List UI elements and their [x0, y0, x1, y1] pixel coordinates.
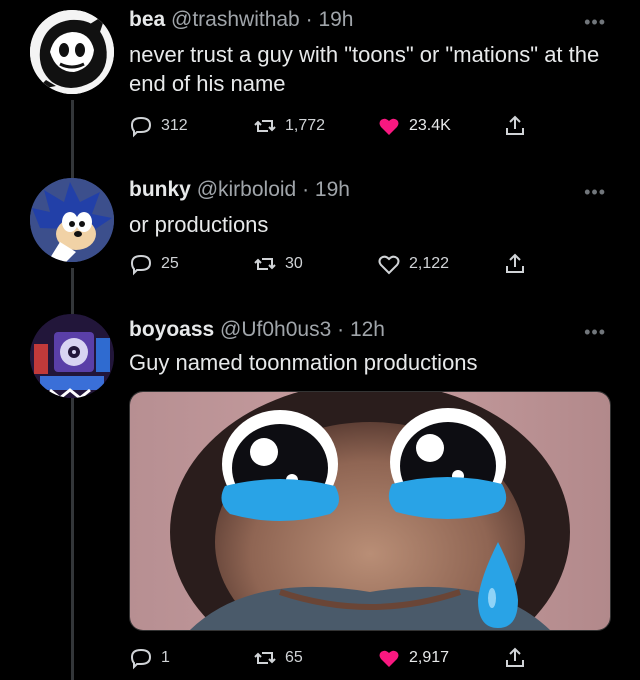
- tweet-header: bea @trashwithab · 19h: [129, 8, 353, 32]
- reply-count: 1: [161, 649, 170, 666]
- tweet-text: or productions: [129, 212, 269, 237]
- more-icon[interactable]: •••: [584, 12, 606, 33]
- reply-button[interactable]: 312: [129, 112, 188, 140]
- handle[interactable]: @Uf0h0us3: [220, 318, 331, 341]
- tweet-media-image[interactable]: [129, 391, 611, 631]
- retweet-icon: [254, 258, 276, 270]
- share-icon: [506, 647, 524, 667]
- reply-icon: [130, 116, 152, 138]
- display-name[interactable]: bea: [129, 8, 165, 31]
- like-button[interactable]: 2,917: [377, 644, 449, 672]
- retweet-button[interactable]: 1,772: [253, 112, 325, 140]
- tweet-text: never trust a guy with "toons" or "matio…: [129, 42, 600, 96]
- display-name[interactable]: bunky: [129, 178, 191, 201]
- share-icon: [506, 253, 524, 273]
- share-button[interactable]: [503, 250, 535, 278]
- heart-icon: [379, 118, 399, 135]
- retweet-icon: [254, 652, 276, 664]
- retweet-count: 65: [285, 649, 303, 666]
- reply-icon: [130, 254, 152, 276]
- like-count: 23.4K: [409, 117, 451, 134]
- like-button[interactable]: 2,122: [377, 250, 449, 278]
- action-bar: 1 65 2,917: [129, 644, 529, 672]
- retweet-count: 1,772: [285, 117, 326, 134]
- reply-button[interactable]: 25: [129, 250, 179, 278]
- heart-icon: [378, 255, 400, 275]
- crying-face-photo: [130, 392, 610, 630]
- timestamp[interactable]: 19h: [318, 8, 353, 31]
- retweet-button[interactable]: 65: [253, 644, 303, 672]
- tweet-text: Guy named toonmation productions: [129, 350, 478, 375]
- handle[interactable]: @trashwithab: [171, 8, 300, 31]
- reply-count: 25: [161, 255, 179, 272]
- action-bar: 312 1,772 23.4K: [129, 112, 529, 140]
- separator: ·: [337, 318, 345, 341]
- action-bar: 25 30 2,122: [129, 250, 529, 278]
- avatar[interactable]: [30, 178, 114, 262]
- like-count: 2,917: [409, 649, 450, 666]
- display-name[interactable]: boyoass: [129, 318, 214, 341]
- timestamp[interactable]: 12h: [350, 318, 385, 341]
- share-button[interactable]: [503, 112, 535, 140]
- separator: ·: [305, 8, 313, 31]
- share-icon: [506, 115, 524, 135]
- more-icon[interactable]: •••: [584, 182, 606, 203]
- like-count: 2,122: [409, 255, 450, 272]
- tweet-header: bunky @kirboloid · 19h: [129, 178, 350, 202]
- retweet-icon: [254, 120, 276, 132]
- like-button[interactable]: 23.4K: [377, 112, 451, 140]
- reply-icon: [130, 648, 152, 670]
- reply-count: 312: [161, 117, 188, 134]
- avatar[interactable]: [30, 314, 114, 398]
- handle[interactable]: @kirboloid: [197, 178, 297, 201]
- more-icon[interactable]: •••: [584, 322, 606, 343]
- share-button[interactable]: [503, 644, 535, 672]
- separator: ·: [302, 178, 310, 201]
- tweet-header: boyoass @Uf0h0us3 · 12h: [129, 318, 385, 342]
- retweet-count: 30: [285, 255, 303, 272]
- tweet-bunky[interactable]: bunky @kirboloid · 19h ••• or production…: [0, 170, 640, 300]
- reply-button[interactable]: 1: [129, 644, 170, 672]
- avatar[interactable]: [30, 10, 114, 94]
- retweet-button[interactable]: 30: [253, 250, 303, 278]
- heart-icon: [379, 650, 399, 667]
- timestamp[interactable]: 19h: [315, 178, 350, 201]
- tweet-bea[interactable]: bea @trashwithab · 19h ••• never trust a…: [0, 0, 640, 150]
